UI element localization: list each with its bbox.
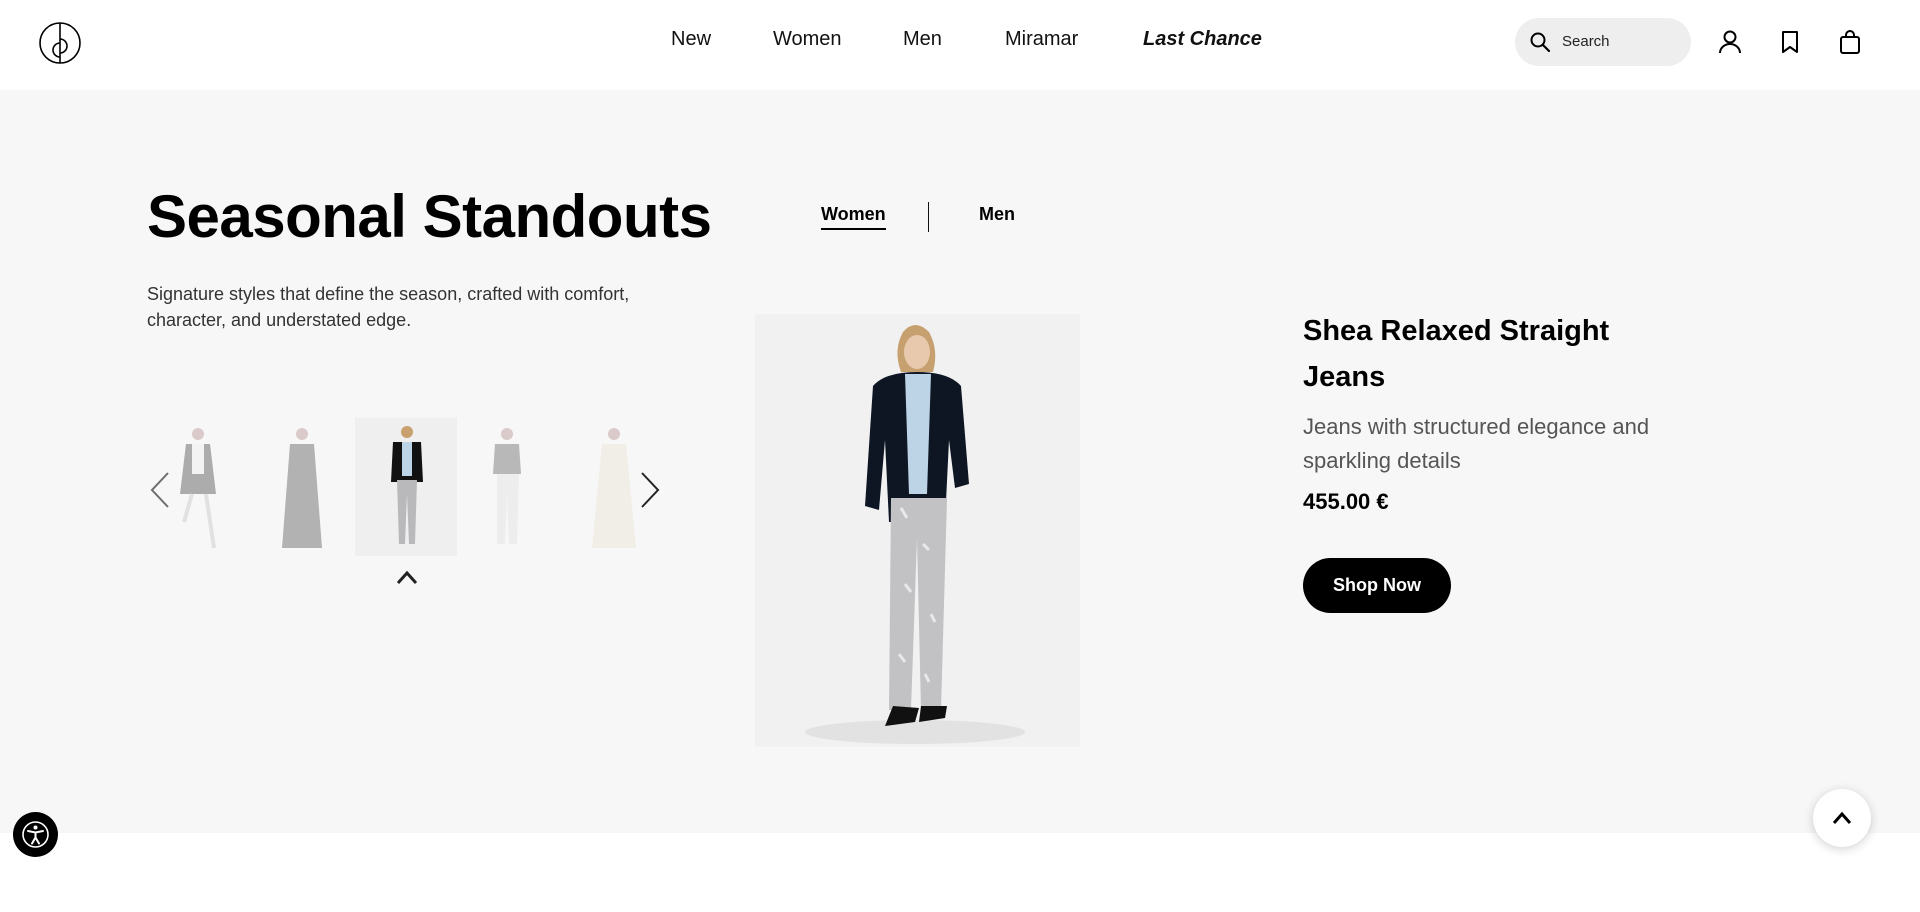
search-placeholder: Search [1562, 33, 1610, 50]
nav-item-miramar[interactable]: Miramar [1005, 28, 1078, 51]
bag-icon[interactable] [1836, 28, 1864, 56]
product-name: Shea Relaxed Straight Jeans [1303, 315, 1610, 393]
product-price: 455.00 € [1303, 489, 1389, 514]
back-to-top-button[interactable] [1813, 789, 1871, 847]
tab-men[interactable]: Men [979, 204, 1015, 225]
carousel-thumbnail-selected[interactable] [355, 418, 457, 556]
search-field[interactable]: Search [1515, 18, 1691, 66]
section-subtitle: Signature styles that define the season,… [147, 284, 630, 330]
tab-divider [928, 202, 929, 232]
accessibility-button[interactable] [13, 812, 58, 857]
section-title: Seasonal Standouts [147, 183, 712, 250]
bookmark-icon[interactable] [1776, 28, 1804, 56]
product-image [755, 314, 1080, 747]
seasonal-standouts-section: Seasonal Standouts Signature styles that… [0, 90, 1920, 847]
nav-item-last-chance[interactable]: Last Chance [1143, 28, 1262, 51]
chevron-up-icon [1832, 811, 1852, 824]
chevron-up-icon[interactable] [394, 568, 420, 586]
nav-item-new[interactable]: New [671, 28, 711, 51]
carousel-thumbnail[interactable] [148, 418, 250, 556]
search-icon [1530, 32, 1551, 53]
account-icon[interactable] [1716, 28, 1744, 56]
nav-item-women[interactable]: Women [773, 28, 842, 51]
carousel-next-arrow-icon[interactable] [634, 470, 664, 510]
tab-women[interactable]: Women [821, 204, 886, 230]
accessibility-icon [22, 821, 49, 848]
carousel-thumbnail[interactable] [250, 418, 352, 556]
nav-item-men[interactable]: Men [903, 28, 942, 51]
product-description: Jeans with structured elegance and spark… [1303, 414, 1650, 473]
site-header: New Women Men Miramar Last Chance Search [0, 0, 1920, 90]
carousel-thumbnail[interactable] [457, 418, 559, 556]
shop-now-button[interactable]: Shop Now [1303, 558, 1451, 613]
